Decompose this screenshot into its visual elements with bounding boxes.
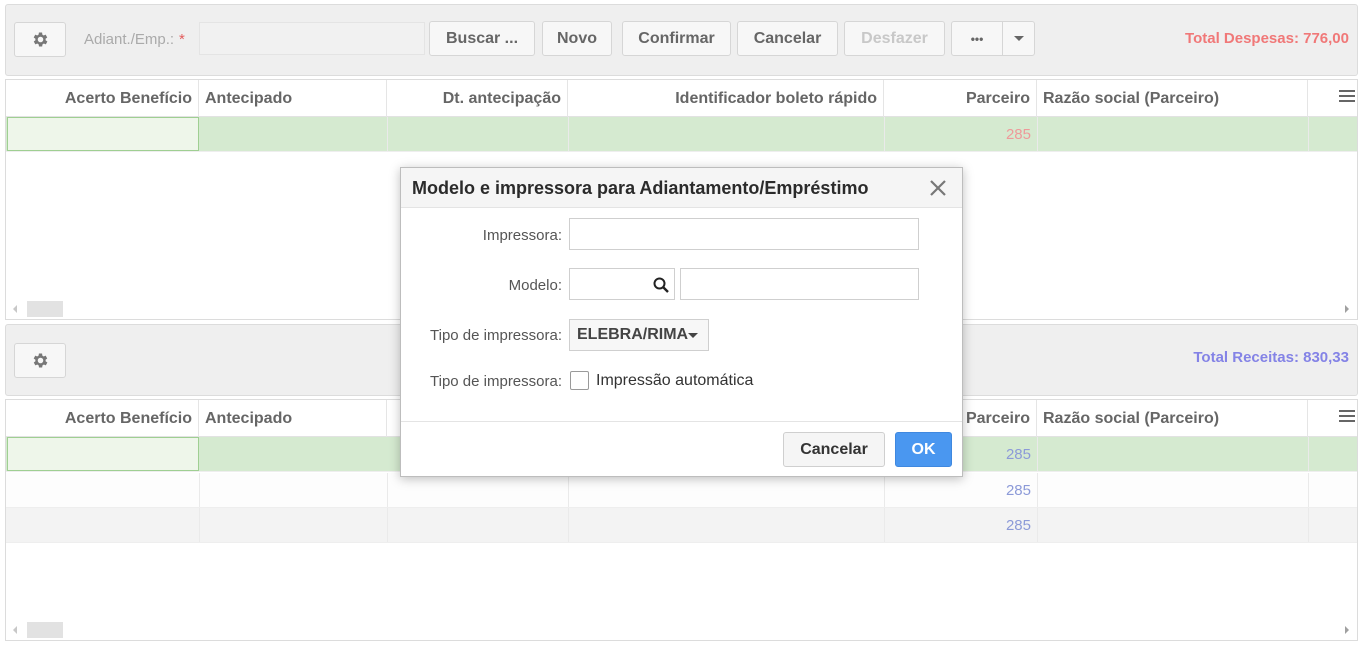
modelo-description-input[interactable] [680,268,919,300]
impressora-input[interactable] [569,218,919,250]
menu-icon [1339,90,1355,104]
dialog-ok-button[interactable]: OK [895,432,952,467]
auto-print-checkbox[interactable] [570,371,589,390]
horizontal-scrollbar[interactable] [6,620,1357,640]
search-icon[interactable] [652,276,670,294]
auto-print-label[interactable]: Impressão automática [596,372,753,390]
table-row[interactable]: 285 [6,473,1357,508]
tipo-impressora-value: ELEBRA/RIMA [577,326,689,343]
impressora-label: Impressora: [482,227,562,244]
column-header-acerto-beneficio[interactable]: Acerto Benefício [6,80,199,117]
menu-icon [1339,410,1355,424]
scroll-left-icon[interactable] [13,626,17,634]
adiant-emp-label-text: Adiant./Emp.: [84,31,175,48]
scroll-thumb[interactable] [27,301,63,317]
more-icon: ••• [970,31,984,46]
total-despesas: Total Despesas: 776,00 [1185,30,1349,47]
scroll-left-icon[interactable] [13,305,17,313]
required-mark: * [179,31,185,48]
grid-header: Acerto Benefício Antecipado Dt. antecipa… [6,80,1357,117]
chevron-down-icon [688,333,698,338]
gear-icon [33,32,47,47]
more-actions-button[interactable]: ••• [951,21,1035,56]
cancelar-button[interactable]: Cancelar [737,21,838,56]
settings-button[interactable] [14,22,66,57]
gear-icon [33,353,47,368]
table-row[interactable]: 285 [6,508,1357,543]
dialog-header: Modelo e impressora para Adiantamento/Em… [401,168,962,208]
parceiro-cell[interactable]: 285 [884,508,1037,542]
confirmar-button[interactable]: Confirmar [622,21,731,56]
top-toolbar: Adiant./Emp.: * Buscar ... Novo Confirmar… [5,4,1358,76]
selected-cell[interactable] [7,437,199,471]
more-dropdown-toggle[interactable] [1002,22,1034,55]
scroll-right-icon[interactable] [1345,626,1349,634]
close-icon[interactable] [928,178,948,198]
tipo-impressora-label: Tipo de impressora: [430,327,562,344]
dialog-title: Modelo e impressora para Adiantamento/Em… [412,178,869,198]
chevron-down-icon [1013,36,1024,41]
column-header-razao-social[interactable]: Razão social (Parceiro) [1037,400,1308,437]
settings-button[interactable] [14,343,66,378]
dialog-footer-divider [401,421,962,422]
novo-button[interactable]: Novo [542,21,612,56]
column-header-dt-antecipacao[interactable]: Dt. antecipação [387,80,568,117]
column-menu[interactable] [1308,80,1357,117]
column-header-identificador-boleto[interactable]: Identificador boleto rápido [568,80,884,117]
tipo-impressora-label-2: Tipo de impressora: [430,373,562,390]
total-receitas: Total Receitas: 830,33 [1193,349,1349,366]
printer-model-dialog: Modelo e impressora para Adiantamento/Em… [400,167,963,477]
desfazer-button[interactable]: Desfazer [844,21,945,56]
column-header-razao-social[interactable]: Razão social (Parceiro) [1037,80,1308,117]
adiant-emp-label: Adiant./Emp.: * [84,31,185,48]
buscar-button[interactable]: Buscar ... [429,21,535,56]
scroll-thumb[interactable] [27,622,63,638]
selected-cell[interactable] [7,117,199,151]
modelo-code-input[interactable] [569,268,675,300]
adiant-emp-input[interactable] [199,22,425,55]
tipo-impressora-select[interactable]: ELEBRA/RIMA [569,319,709,351]
scroll-right-icon[interactable] [1345,305,1349,313]
column-header-parceiro[interactable]: Parceiro [884,80,1037,117]
dialog-cancel-button[interactable]: Cancelar [783,432,885,467]
column-header-antecipado[interactable]: Antecipado [199,80,387,117]
modelo-label: Modelo: [508,277,562,294]
column-menu[interactable] [1308,400,1357,437]
column-header-acerto-beneficio[interactable]: Acerto Benefício [6,400,199,437]
column-header-antecipado[interactable]: Antecipado [199,400,387,437]
parceiro-cell[interactable]: 285 [884,473,1037,507]
parceiro-cell[interactable]: 285 [884,117,1037,151]
table-row[interactable]: 285 [6,117,1357,152]
